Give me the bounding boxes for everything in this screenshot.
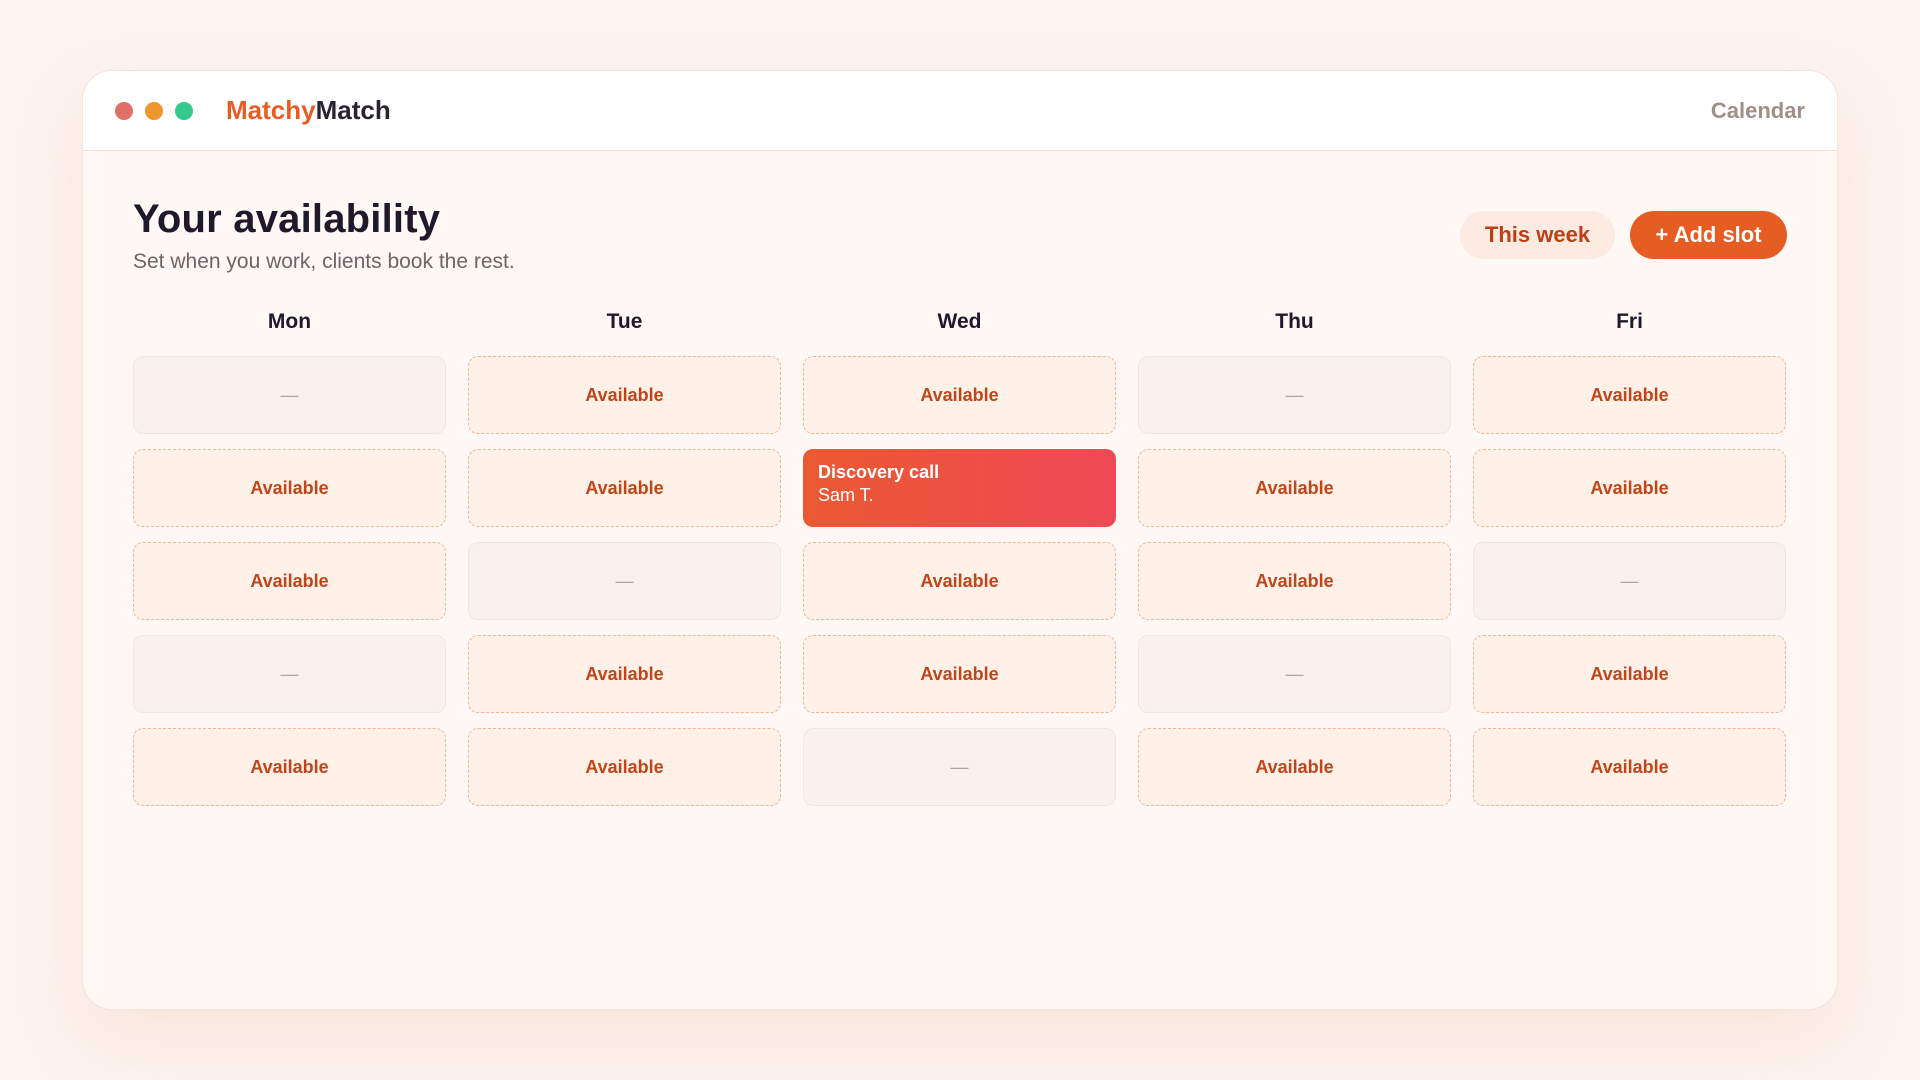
empty-slot[interactable]: — <box>1473 542 1786 620</box>
available-slot[interactable]: Available <box>1473 728 1786 806</box>
empty-slot[interactable]: — <box>133 356 446 434</box>
add-slot-button[interactable]: + Add slot <box>1630 211 1787 259</box>
empty-slot[interactable]: — <box>468 542 781 620</box>
day-header: Tue <box>606 310 643 333</box>
available-slot[interactable]: Available <box>133 449 446 527</box>
available-slot[interactable]: Available <box>468 449 781 527</box>
maximize-dot[interactable] <box>175 101 193 120</box>
available-slot[interactable]: Available <box>1138 728 1451 806</box>
day-column-mon: Mon — Available Available — Available <box>133 310 446 821</box>
day-header: Thu <box>1275 310 1314 333</box>
available-slot[interactable]: Available <box>1473 356 1786 434</box>
available-slot[interactable]: Available <box>1138 449 1451 527</box>
available-slot[interactable]: Available <box>468 356 781 434</box>
booked-slot[interactable]: Discovery call Sam T. <box>803 449 1116 527</box>
available-slot[interactable]: Available <box>803 635 1116 713</box>
day-header: Mon <box>267 310 312 333</box>
header-actions: This week + Add slot <box>1460 211 1787 259</box>
nav-calendar-link[interactable]: Calendar <box>1711 98 1805 124</box>
available-slot[interactable]: Available <box>133 728 446 806</box>
available-slot[interactable]: Available <box>803 542 1116 620</box>
empty-slot[interactable]: — <box>803 728 1116 806</box>
brand-rest-text: Match <box>315 95 391 125</box>
empty-slot[interactable]: — <box>1138 356 1451 434</box>
empty-slot[interactable]: — <box>1138 635 1451 713</box>
day-header: Fri <box>1616 310 1643 333</box>
day-column-wed: Wed Available Discovery call Sam T. Availabl… <box>803 310 1116 821</box>
available-slot[interactable]: Available <box>133 542 446 620</box>
day-column-tue: Tue Available Available — Available Available <box>468 310 781 821</box>
booking-client: Sam T. <box>818 485 874 505</box>
brand-accent-text: Matchy <box>226 95 316 125</box>
day-column-thu: Thu — Available Available — Available <box>1138 310 1451 821</box>
booking-title: Discovery call <box>818 462 940 482</box>
window-controls <box>115 101 193 120</box>
available-slot[interactable]: Available <box>468 728 781 806</box>
available-slot[interactable]: Available <box>803 356 1116 434</box>
title-bar: MatchyMatch Calendar <box>83 71 1837 151</box>
available-slot[interactable]: Available <box>468 635 781 713</box>
day-column-fri: Fri Available Available — Available Available <box>1473 310 1786 821</box>
this-week-button[interactable]: This week <box>1460 211 1615 259</box>
available-slot[interactable]: Available <box>1473 449 1786 527</box>
close-dot[interactable] <box>115 101 133 120</box>
day-header: Wed <box>937 310 982 333</box>
app-window: MatchyMatch Calendar Your availability S… <box>82 70 1838 1010</box>
availability-grid: Mon — Available Available — Available Tue Avail… <box>133 310 1787 821</box>
main-content: Your availability Set when you work, cli… <box>83 151 1837 821</box>
available-slot[interactable]: Available <box>1473 635 1786 713</box>
minimize-dot[interactable] <box>145 101 163 120</box>
empty-slot[interactable]: — <box>133 635 446 713</box>
available-slot[interactable]: Available <box>1138 542 1451 620</box>
brand-logo: MatchyMatch <box>226 95 391 126</box>
